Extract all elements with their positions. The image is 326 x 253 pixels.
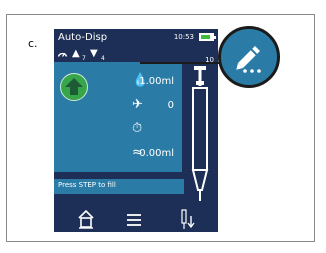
device-screen: Auto-Disp 10:53 ▲ 7 ▼ 4 10 ml 💧 1.00ml ✈… [54,29,218,232]
dispensed-value: 0.00ml [139,148,174,159]
edit-pencil-icon [236,46,261,73]
app-title: Auto-Disp [58,32,108,43]
title-bar: Auto-Disp 10:53 [54,29,218,47]
dispense-arrow-icon: ▼ [90,48,98,59]
arc-gauge-icon [57,52,68,57]
aspirate-arrow-icon: ▲ [72,48,80,59]
pipette-gauge [182,62,218,207]
zoom-callout-edit-button[interactable] [218,26,280,88]
up-arrow-icon [65,78,83,95]
menu-icon [127,214,141,226]
message-text: Press STEP to fill [58,181,116,189]
dispense-mode-button[interactable] [178,207,198,232]
panel-label: c. [28,37,38,50]
zoom-callout-line [140,62,222,64]
home-button[interactable] [76,207,96,232]
home-icon [78,209,94,229]
speed-value: 0 [167,100,174,111]
volume-value: 1.00ml [139,76,174,87]
syringe-icon [191,66,209,201]
clock: 10:53 [173,33,194,41]
battery-icon [199,33,216,41]
stopwatch-icon: ⏱ [132,121,143,136]
message-bar: Press STEP to fill [54,179,184,194]
status-bar: ▲ 7 ▼ 4 [54,47,218,62]
menu-button[interactable] [124,207,144,232]
fill-up-button[interactable] [60,73,88,101]
dispense-mode-icon [181,209,195,229]
bottom-nav [54,207,218,232]
speed-icon: ✈ [132,97,143,112]
